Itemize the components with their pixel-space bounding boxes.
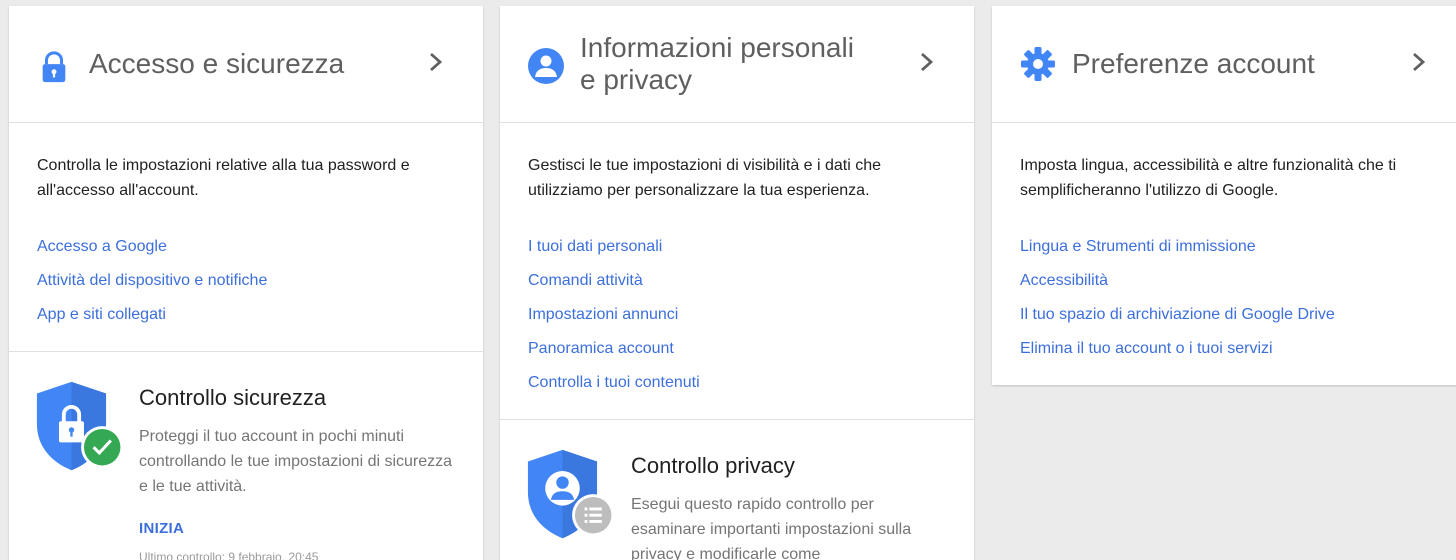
link-comandi-attivita[interactable]: Comandi attività	[528, 264, 700, 298]
link-accesso-google[interactable]: Accesso a Google	[37, 230, 267, 264]
link-accessibilita[interactable]: Accessibilità	[1020, 264, 1335, 298]
privacy-shield-icon	[527, 449, 615, 539]
chevron-right-icon[interactable]	[918, 51, 936, 73]
card-description: Controlla le impostazioni relative alla …	[37, 157, 410, 199]
card-description: Gestisci le tue impostazioni di visibili…	[528, 157, 882, 199]
person-icon	[528, 48, 564, 84]
preferences-card: Preferenze account Imposta lingua, acces…	[992, 6, 1456, 385]
card-links: Lingua e Strumenti di immissione Accessi…	[1020, 230, 1335, 366]
security-card-header[interactable]: Accesso e sicurezza	[9, 6, 483, 123]
link-controlla-contenuti[interactable]: Controlla i tuoi contenuti	[528, 366, 700, 400]
link-elimina-account[interactable]: Elimina il tuo account o i tuoi servizi	[1020, 332, 1335, 366]
link-panoramica-account[interactable]: Panoramica account	[528, 332, 700, 366]
security-check-title: Controllo sicurezza	[139, 385, 327, 410]
lock-icon	[42, 51, 66, 83]
card-title-line2: e privacy	[580, 64, 693, 95]
link-spazio-drive[interactable]: Il tuo spazio di archiviazione di Google…	[1020, 298, 1335, 332]
privacy-check-section: Controllo privacy Esegui questo rapido c…	[500, 419, 974, 560]
link-dati-personali[interactable]: I tuoi dati personali	[528, 230, 700, 264]
security-check-description: Proteggi il tuo account in pochi minuti …	[139, 428, 453, 495]
last-check-timestamp: Ultimo controllo: 9 febbraio, 20:45	[139, 550, 319, 560]
link-attivita-dispositivo[interactable]: Attività del dispositivo e notifiche	[37, 264, 267, 298]
preferences-card-header[interactable]: Preferenze account	[992, 6, 1456, 123]
security-shield-icon	[36, 381, 124, 471]
card-links: Accesso a Google Attività del dispositiv…	[37, 230, 267, 332]
privacy-card: Informazioni personali e privacy Gestisc…	[500, 6, 974, 560]
chevron-right-icon[interactable]	[427, 51, 445, 73]
card-title-line1: Informazioni personali	[580, 32, 854, 63]
privacy-check-title: Controllo privacy	[631, 453, 795, 478]
link-impostazioni-annunci[interactable]: Impostazioni annunci	[528, 298, 700, 332]
security-check-section: Controllo sicurezza Proteggi il tuo acco…	[9, 351, 483, 560]
card-links: I tuoi dati personali Comandi attività I…	[528, 230, 700, 400]
privacy-card-header[interactable]: Informazioni personali e privacy	[500, 6, 974, 123]
card-title: Preferenze account	[1072, 48, 1315, 79]
link-lingua-strumenti[interactable]: Lingua e Strumenti di immissione	[1020, 230, 1335, 264]
link-app-siti[interactable]: App e siti collegati	[37, 298, 267, 332]
card-title: Accesso e sicurezza	[89, 48, 345, 79]
chevron-right-icon[interactable]	[1410, 51, 1428, 73]
gear-icon	[1021, 47, 1055, 81]
start-security-check-button[interactable]: INIZIA	[139, 520, 184, 537]
card-description: Imposta lingua, accessibilità e altre fu…	[1020, 157, 1397, 199]
privacy-check-description: Esegui questo rapido controllo per esami…	[631, 496, 912, 560]
security-card: Accesso e sicurezza Controlla le imposta…	[9, 6, 483, 560]
